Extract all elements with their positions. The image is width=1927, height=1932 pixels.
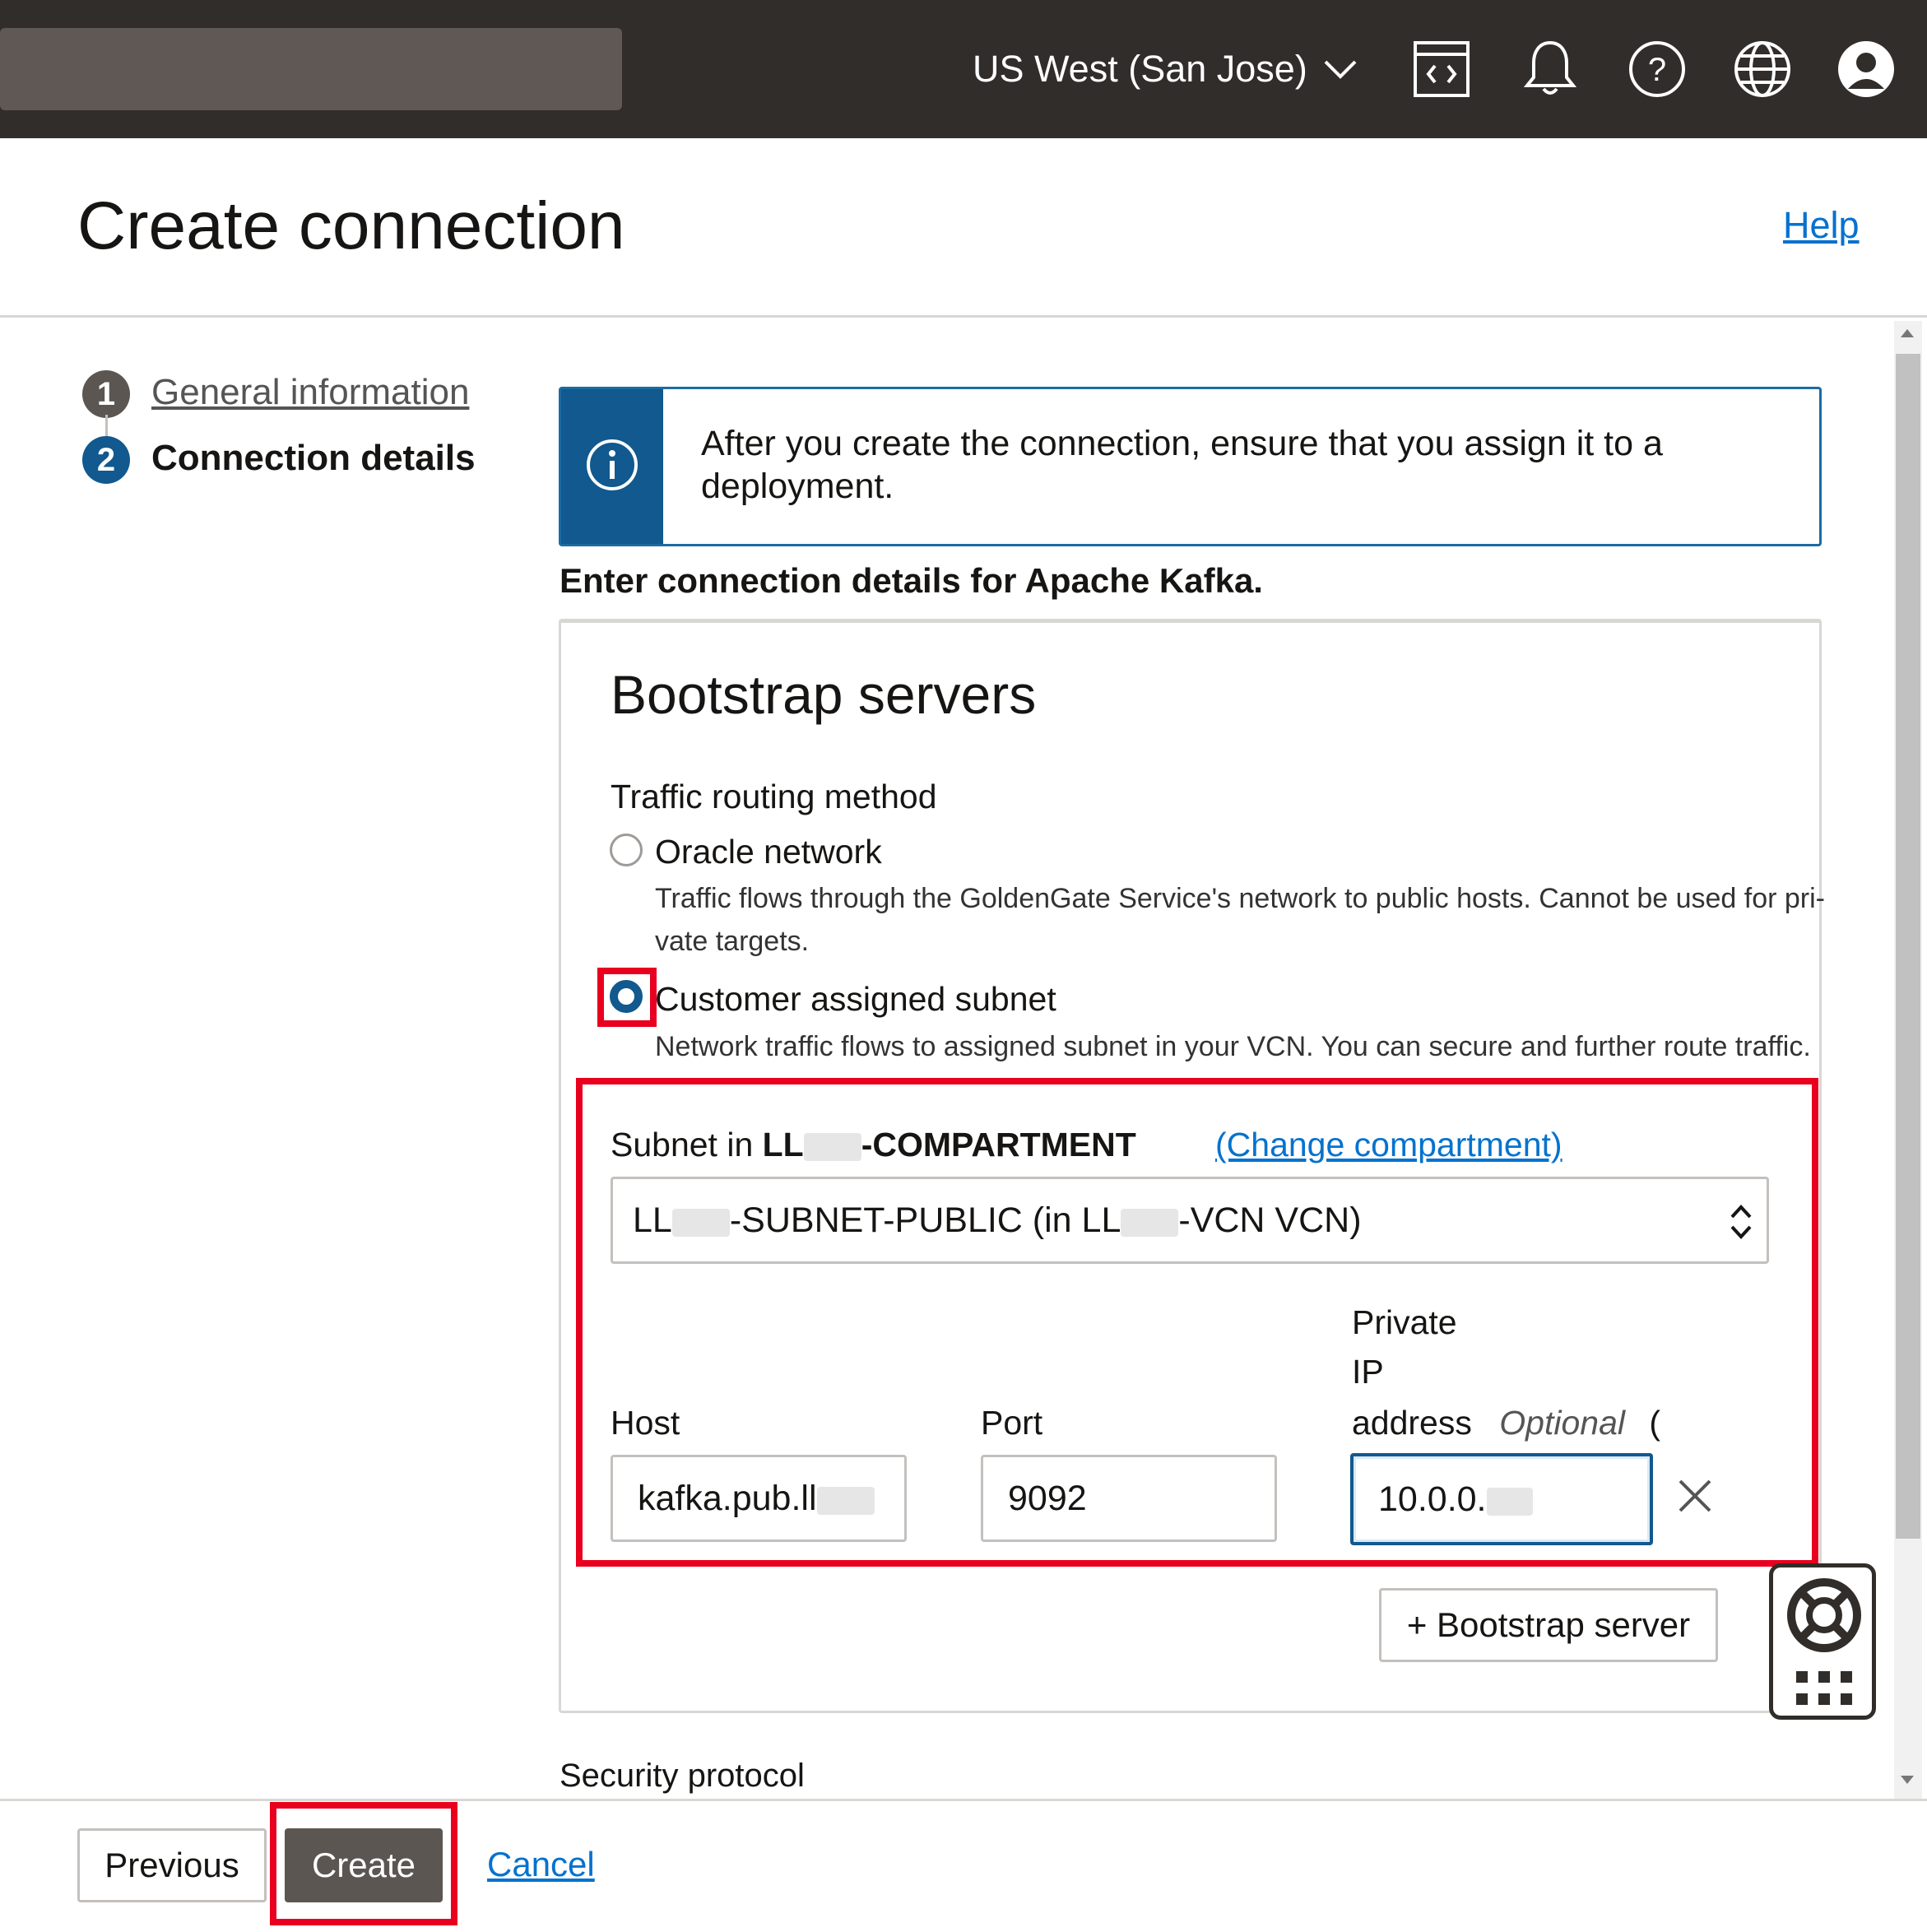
info-banner-text: After you create the connection, ensure … xyxy=(701,424,1663,506)
traffic-routing-label: Traffic routing method xyxy=(611,778,937,815)
help-link[interactable]: Help xyxy=(1783,204,1860,247)
redacted-text xyxy=(816,1486,875,1515)
compartment-name-start: LL xyxy=(762,1126,804,1163)
page-title: Create connection xyxy=(77,188,625,263)
step-connector xyxy=(105,415,108,436)
redacted-text xyxy=(1486,1487,1533,1516)
compartment-name-end: -COMPARTMENT xyxy=(861,1126,1136,1163)
host-input[interactable]: kafka.pub.ll xyxy=(611,1455,907,1542)
radio-oracle-network[interactable] xyxy=(610,834,643,866)
info-banner-side xyxy=(561,389,663,544)
step-2-number: 2 xyxy=(82,436,130,484)
subnet-select-value: LL -SUBNET-PUBLIC (in LL -VCN VCN) xyxy=(633,1201,1362,1241)
private-ip-label-line3: address Optional ( xyxy=(1352,1404,1660,1442)
info-icon xyxy=(585,438,639,496)
user-avatar-icon[interactable] xyxy=(1832,35,1901,104)
customer-subnet-label[interactable]: Customer assigned subnet xyxy=(655,980,1056,1019)
oracle-network-desc-line2: vate targets. xyxy=(655,926,810,957)
oracle-network-desc-line1: Traffic flows through the GoldenGate Ser… xyxy=(655,883,1825,914)
customer-subnet-description: Network traffic flows to assigned subnet… xyxy=(655,1031,1811,1062)
info-banner: After you create the connection, ensure … xyxy=(559,387,1822,546)
scroll-up-icon[interactable] xyxy=(1899,327,1915,343)
step-1-number: 1 xyxy=(82,370,130,418)
cancel-link[interactable]: Cancel xyxy=(487,1845,595,1884)
subnet-value-start: LL xyxy=(633,1201,672,1240)
create-button[interactable]: Create xyxy=(285,1828,443,1902)
subnet-compartment-label: Subnet in LL -COMPARTMENT xyxy=(611,1126,1136,1164)
header-divider xyxy=(0,315,1927,318)
step-general-information[interactable]: General information xyxy=(151,372,469,413)
oracle-network-description: Traffic flows through the GoldenGate Ser… xyxy=(655,877,1825,963)
search-bar[interactable] xyxy=(0,28,622,110)
host-label: Host xyxy=(611,1404,680,1442)
help-widget[interactable] xyxy=(1769,1563,1876,1720)
region-selector[interactable]: US West (San Jose) xyxy=(973,43,1358,95)
bell-icon[interactable] xyxy=(1516,35,1585,104)
chevron-down-icon xyxy=(1322,48,1358,91)
oracle-network-label[interactable]: Oracle network xyxy=(655,833,882,871)
port-input-value: 9092 xyxy=(1008,1479,1087,1518)
section-intro: Enter connection details for Apache Kafk… xyxy=(560,561,1263,600)
subnet-label-prefix: Subnet in xyxy=(611,1126,763,1163)
private-ip-label-line1: Private xyxy=(1352,1303,1457,1341)
scroll-down-icon[interactable] xyxy=(1899,1774,1915,1790)
remove-server-icon[interactable] xyxy=(1675,1476,1715,1520)
host-value: kafka.pub.ll xyxy=(638,1479,817,1518)
optional-label: Optional xyxy=(1499,1404,1625,1442)
port-label: Port xyxy=(981,1404,1043,1442)
previous-button[interactable]: Previous xyxy=(77,1828,267,1902)
private-ip-input-value: 10.0.0. xyxy=(1378,1479,1533,1520)
bootstrap-servers-title: Bootstrap servers xyxy=(611,664,1037,725)
globe-icon[interactable] xyxy=(1728,35,1797,104)
step-connection-details: Connection details xyxy=(151,438,476,478)
private-ip-input[interactable]: 10.0.0. xyxy=(1350,1453,1653,1545)
security-protocol-label: Security protocol xyxy=(560,1758,805,1794)
select-arrows-icon xyxy=(1727,1201,1755,1247)
subnet-value-end: -VCN VCN) xyxy=(1178,1201,1362,1240)
radio-customer-assigned-subnet[interactable] xyxy=(610,980,643,1013)
private-ip-address-word: address xyxy=(1352,1404,1472,1442)
svg-text:?: ? xyxy=(1648,52,1666,88)
redacted-text xyxy=(1121,1208,1179,1237)
lifebuoy-icon xyxy=(1786,1577,1862,1657)
redacted-text xyxy=(803,1133,861,1162)
private-ip-value: 10.0.0. xyxy=(1378,1479,1487,1519)
subnet-select[interactable]: LL -SUBNET-PUBLIC (in LL -VCN VCN) xyxy=(611,1177,1769,1264)
code-editor-icon[interactable] xyxy=(1407,35,1476,104)
grid-dots-icon xyxy=(1796,1671,1852,1710)
subnet-value-mid: -SUBNET-PUBLIC (in LL xyxy=(729,1201,1121,1240)
private-ip-label-line2: IP xyxy=(1352,1353,1384,1391)
change-compartment-link[interactable]: (Change compartment) xyxy=(1215,1126,1562,1164)
scrollbar-thumb[interactable] xyxy=(1896,354,1920,1539)
redacted-text xyxy=(671,1208,730,1237)
add-bootstrap-server-button[interactable]: + Bootstrap server xyxy=(1379,1588,1718,1662)
host-input-value: kafka.pub.ll xyxy=(638,1479,875,1519)
optional-paren: ( xyxy=(1649,1404,1661,1442)
help-circle-icon[interactable]: ? xyxy=(1623,35,1692,104)
port-input[interactable]: 9092 xyxy=(981,1455,1277,1542)
region-label: US West (San Jose) xyxy=(973,48,1307,90)
